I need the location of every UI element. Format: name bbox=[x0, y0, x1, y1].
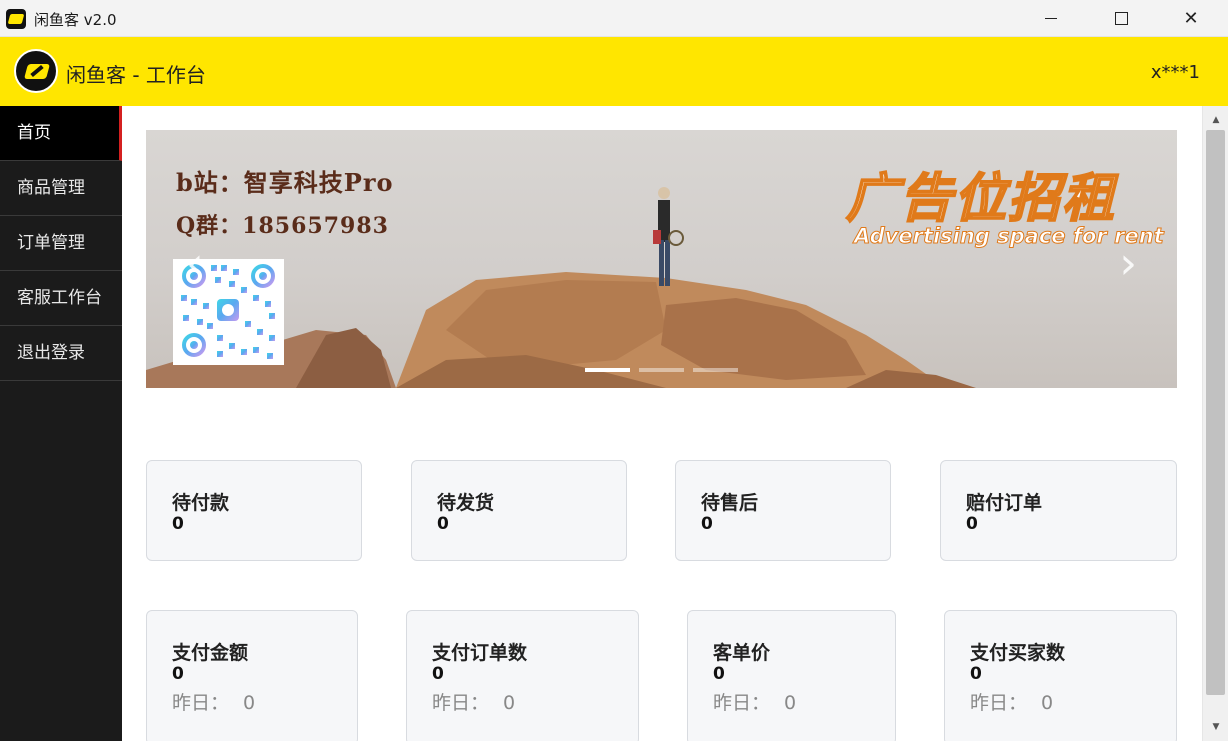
stat-card-payment-amount[interactable]: 支付金额 0 昨日： 0 bbox=[146, 610, 358, 741]
user-account[interactable]: x***1 bbox=[1151, 62, 1200, 83]
sidebar-item-customer-service[interactable]: 客服工作台 bbox=[0, 271, 122, 326]
banner-ad-subtitle: Advertising space for rent bbox=[854, 224, 1165, 249]
stat-value: 0 bbox=[713, 664, 725, 684]
main-content: b站：智享科技Pro Q群：185657983 广告位招租 Advertisin… bbox=[122, 106, 1202, 741]
stat-label: 客单价 bbox=[713, 642, 771, 664]
sidebar-item-orders[interactable]: 订单管理 bbox=[0, 216, 122, 271]
scrollbar-thumb[interactable] bbox=[1206, 130, 1225, 695]
yesterday-label: 昨日： bbox=[172, 692, 230, 714]
stat-label: 待付款 bbox=[172, 492, 230, 514]
maximize-button[interactable] bbox=[1086, 0, 1156, 37]
stat-yesterday: 昨日： 0 bbox=[970, 688, 1053, 715]
yesterday-value: 0 bbox=[243, 692, 256, 714]
stat-value: 0 bbox=[432, 664, 444, 684]
banner-carousel[interactable]: b站：智享科技Pro Q群：185657983 广告位招租 Advertisin… bbox=[146, 130, 1177, 388]
stat-value: 0 bbox=[701, 514, 713, 534]
stat-yesterday: 昨日： 0 bbox=[432, 688, 515, 715]
stat-card-average-order-value[interactable]: 客单价 0 昨日： 0 bbox=[687, 610, 896, 741]
close-icon: ✕ bbox=[1183, 8, 1199, 29]
sidebar: 首页 商品管理 订单管理 客服工作台 退出登录 bbox=[0, 106, 122, 741]
sidebar-item-products[interactable]: 商品管理 bbox=[0, 161, 122, 216]
yesterday-label: 昨日： bbox=[970, 692, 1028, 714]
stat-card-pending-payment[interactable]: 待付款 0 bbox=[146, 460, 362, 561]
stat-value: 0 bbox=[970, 664, 982, 684]
carousel-prev-arrow-icon[interactable]: ‹ bbox=[186, 238, 204, 289]
stat-card-compensation-orders[interactable]: 赔付订单 0 bbox=[940, 460, 1177, 561]
minimize-icon bbox=[1045, 18, 1057, 19]
carousel-next-arrow-icon[interactable]: › bbox=[1119, 238, 1137, 289]
yesterday-value: 0 bbox=[1041, 692, 1054, 714]
stat-label: 待售后 bbox=[701, 492, 759, 514]
stat-value: 0 bbox=[172, 664, 184, 684]
carousel-dot-1[interactable] bbox=[585, 368, 630, 372]
banner-bilibili-text: b站：智享科技Pro bbox=[176, 168, 394, 197]
stat-value: 0 bbox=[172, 514, 184, 534]
carousel-dot-3[interactable] bbox=[693, 368, 738, 372]
stat-label: 赔付订单 bbox=[966, 492, 1043, 514]
stat-value: 0 bbox=[437, 514, 449, 534]
stat-card-paid-orders[interactable]: 支付订单数 0 昨日： 0 bbox=[406, 610, 639, 741]
brand-logo-icon bbox=[14, 49, 58, 93]
stat-label: 待发货 bbox=[437, 492, 495, 514]
scroll-down-arrow-icon[interactable]: ▼ bbox=[1203, 717, 1228, 737]
stat-card-paying-buyers[interactable]: 支付买家数 0 昨日： 0 bbox=[944, 610, 1177, 741]
app-logo-icon bbox=[6, 9, 26, 29]
stat-card-pending-shipment[interactable]: 待发货 0 bbox=[411, 460, 627, 561]
sidebar-item-logout[interactable]: 退出登录 bbox=[0, 326, 122, 381]
maximize-icon bbox=[1114, 12, 1128, 25]
stat-yesterday: 昨日： 0 bbox=[172, 688, 255, 715]
window-titlebar: 闲鱼客 v2.0 ✕ bbox=[0, 0, 1228, 37]
stat-label: 支付买家数 bbox=[970, 642, 1066, 664]
yesterday-label: 昨日： bbox=[713, 692, 771, 714]
window-title: 闲鱼客 v2.0 bbox=[34, 11, 117, 29]
yesterday-label: 昨日： bbox=[432, 692, 490, 714]
stat-label: 支付订单数 bbox=[432, 642, 528, 664]
carousel-dot-2[interactable] bbox=[639, 368, 684, 372]
stat-value: 0 bbox=[966, 514, 978, 534]
yesterday-value: 0 bbox=[784, 692, 797, 714]
vertical-scrollbar[interactable]: ▲ ▼ bbox=[1202, 106, 1228, 741]
scroll-up-arrow-icon[interactable]: ▲ bbox=[1203, 110, 1228, 130]
yesterday-value: 0 bbox=[503, 692, 516, 714]
carousel-indicators bbox=[585, 368, 738, 372]
close-button[interactable]: ✕ bbox=[1156, 0, 1226, 37]
banner-ad-title: 广告位招租 bbox=[845, 168, 1117, 230]
minimize-button[interactable] bbox=[1016, 0, 1086, 37]
banner-qq-group-text: Q群：185657983 bbox=[176, 213, 389, 239]
stat-card-after-sales[interactable]: 待售后 0 bbox=[675, 460, 891, 561]
stat-yesterday: 昨日： 0 bbox=[713, 688, 796, 715]
sidebar-item-home[interactable]: 首页 bbox=[0, 106, 122, 161]
stat-label: 支付金额 bbox=[172, 642, 249, 664]
header-title: 闲鱼客 - 工作台 bbox=[66, 63, 206, 87]
app-header: 闲鱼客 - 工作台 x***1 bbox=[0, 37, 1228, 106]
